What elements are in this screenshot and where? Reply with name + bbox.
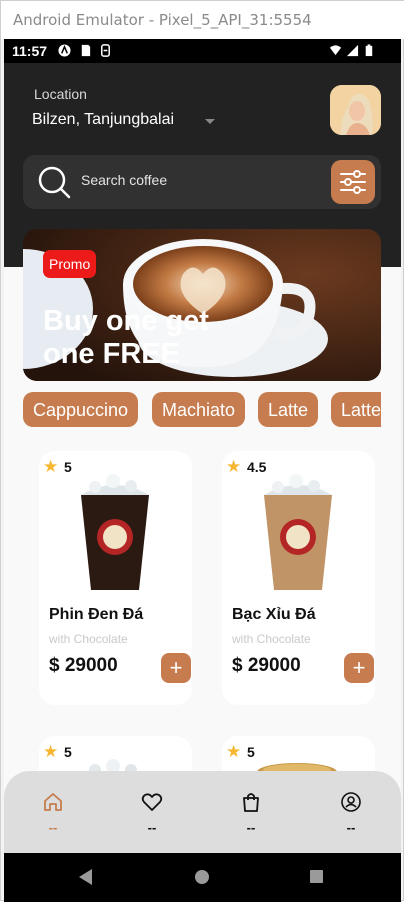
status-time: 11:57 [12,43,48,59]
emulator-window: Android Emulator - Pixel_5_API_31:5554 1… [0,0,404,902]
add-to-cart-button[interactable]: + [161,653,191,683]
product-price: $ 29000 [232,655,301,676]
nav-profile-label: -- [346,820,356,835]
sync-icon [101,44,110,57]
status-bar: 11:57 [4,39,401,63]
product-rating: 5 [64,744,72,760]
cell-signal-icon [346,44,359,57]
star-icon: ★ [226,742,242,761]
location-dropdown-icon[interactable] [205,119,215,124]
star-icon: ★ [43,457,59,476]
wifi-icon [329,45,342,56]
window-title: Android Emulator - Pixel_5_API_31:5554 [1,1,404,39]
home-icon [44,793,62,811]
product-card[interactable]: ★ 5 Phin Đen Đá with Chocolate $ 29000 + [39,451,192,705]
product-name: Bạc Xỉu Đá [232,606,316,623]
back-icon[interactable] [79,869,92,885]
category-tab-cappuccino[interactable]: Cappuccino [23,392,139,427]
category-tab-latte-2[interactable]: Latte [331,392,381,427]
category-tab-latte[interactable]: Latte [258,392,319,427]
home-circle-icon[interactable] [195,870,209,884]
search-bar [23,155,381,209]
promo-banner[interactable]: Promo Buy one get one FREE [23,229,381,381]
nav-cart-label: -- [246,820,256,835]
promo-title: Buy one get one FREE [43,305,209,370]
product-subtitle: with Chocolate [232,632,311,646]
profile-icon [341,792,361,812]
battery-icon [365,44,373,57]
nav-home[interactable]: -- [33,791,73,835]
search-icon[interactable] [37,165,71,199]
nav-home-label: -- [48,820,58,835]
nav-profile[interactable]: -- [331,791,371,835]
product-image [264,474,332,590]
product-card[interactable]: ★ 4.5 Bạc Xỉu Đá with Chocolate $ 29000 … [222,451,375,705]
star-icon: ★ [226,457,242,476]
bottom-nav: -- -- -- -- [4,771,401,853]
product-price: $ 29000 [49,655,118,676]
nav-favorites[interactable]: -- [132,791,172,835]
system-navigation-bar [4,853,401,902]
category-tab-machiato[interactable]: Machiato [152,392,246,427]
product-name: Phin Đen Đá [49,606,144,623]
location-label: Location [34,86,87,102]
product-rating: 5 [64,459,72,475]
filter-sliders-icon [340,170,366,194]
app-notification-icon [58,44,71,57]
sd-card-icon [81,44,91,57]
product-subtitle: with Chocolate [49,632,128,646]
add-to-cart-button[interactable]: + [344,653,374,683]
star-icon: ★ [43,742,59,761]
promo-badge: Promo [43,250,97,278]
avatar[interactable] [330,85,381,135]
search-input[interactable] [81,172,321,188]
recent-apps-icon[interactable] [310,870,323,883]
bag-icon [243,793,259,812]
filter-button[interactable] [331,160,375,204]
nav-cart[interactable]: -- [231,791,271,835]
category-tabs: Cappuccino Machiato Latte Latte [23,392,381,428]
heart-icon [141,793,163,811]
nav-favorites-label: -- [147,820,157,835]
location-value[interactable]: Bilzen, Tanjungbalai [32,111,174,129]
phone-screen: 11:57 Location Bilzen, Tanjungbalai Sear… [4,39,401,902]
product-image [81,474,149,590]
